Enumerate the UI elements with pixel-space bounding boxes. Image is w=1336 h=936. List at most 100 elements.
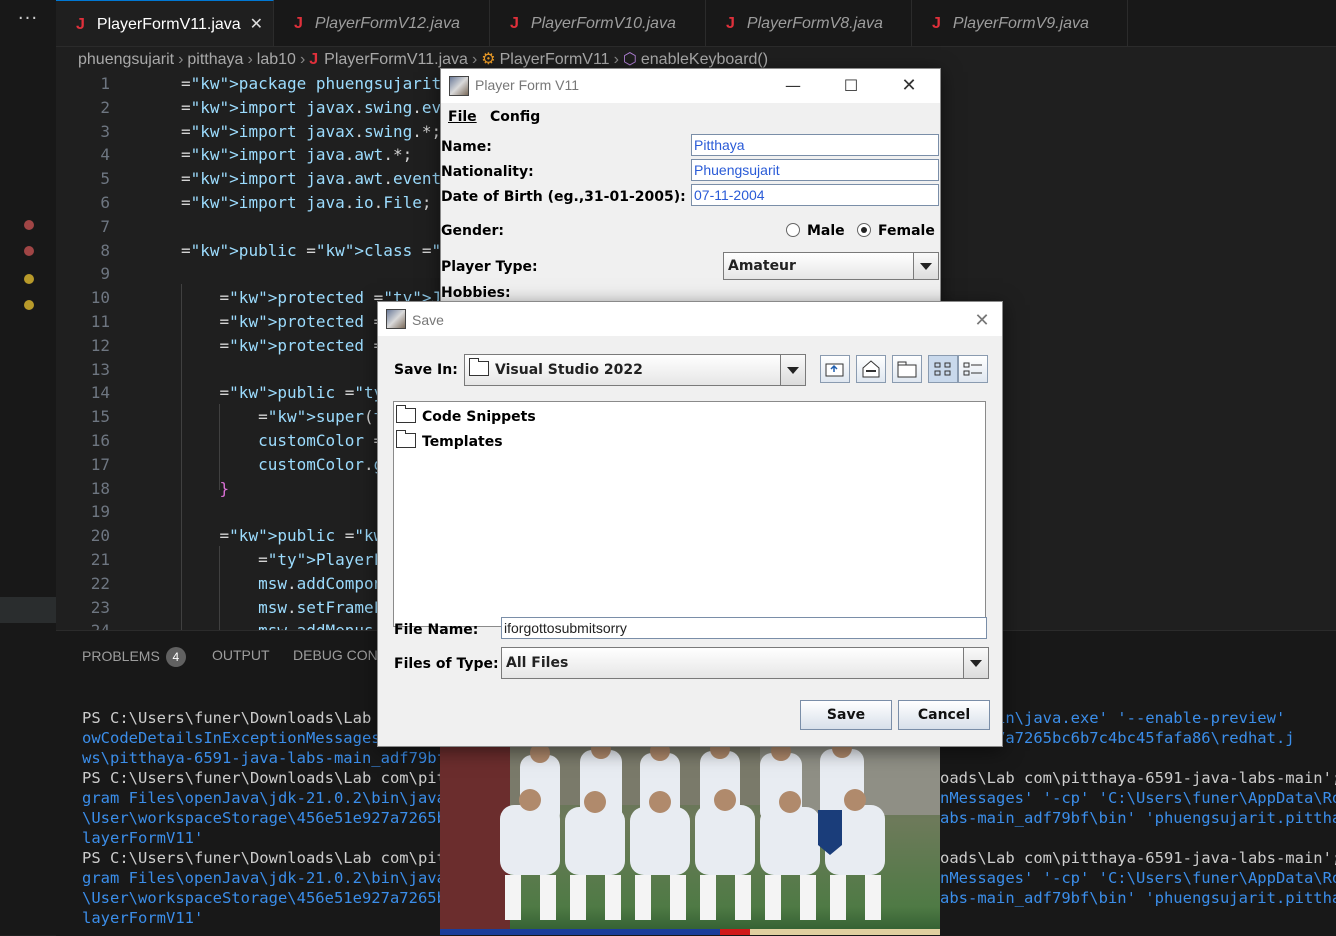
tab-playerformv9[interactable]: J PlayerFormV9.java (912, 0, 1128, 46)
menu-config[interactable]: Config (490, 109, 540, 125)
player-type-combo[interactable]: Amateur (723, 252, 939, 280)
terminal-line: nMessages' '-cp' 'C:\Users\funer\AppData… (940, 789, 1336, 807)
minimize-icon[interactable]: — (773, 73, 813, 99)
activity-selection (0, 597, 56, 623)
close-icon[interactable]: ✕ (889, 73, 929, 99)
line-number: 23 (90, 597, 110, 617)
terminal-line: PS C:\Users\funer\Downloads\Lab com\pitt (82, 769, 456, 787)
java-file-icon: J (510, 15, 519, 32)
terminal-line: PS C:\Users\funer\Downloads\Lab c (82, 709, 390, 727)
save-in-combo[interactable]: Visual Studio 2022 (464, 354, 806, 386)
code-line: msw.addMenus( (181, 621, 383, 630)
maximize-icon[interactable]: ☐ (831, 73, 871, 99)
folder-icon (396, 405, 416, 423)
breadcrumb-item[interactable]: phuengsujarit (78, 51, 174, 68)
chevron-down-icon[interactable] (963, 648, 988, 678)
more-actions-icon[interactable]: ··· (0, 8, 56, 29)
code-line: ="kw">import java.awt.*; (181, 145, 413, 165)
file-list[interactable]: Code Snippets Templates (393, 401, 986, 627)
terminal-line: layerFormV11' (82, 829, 204, 847)
breakpoint-icon[interactable] (24, 220, 34, 230)
java-app-icon (449, 76, 469, 96)
files-of-type-combo[interactable]: All Files (501, 647, 989, 679)
name-label: Name: (441, 139, 492, 155)
player-form-window[interactable]: Player Form V11 — ☐ ✕ File Config Name: … (440, 68, 941, 310)
female-radio[interactable] (857, 223, 871, 237)
nationality-label: Nationality: (441, 164, 534, 180)
line-number: 22 (90, 573, 110, 593)
class-icon: ⚙ (481, 51, 496, 68)
java-file-icon: J (309, 51, 319, 68)
save-dialog-titlebar[interactable]: Save ✕ (378, 302, 1002, 336)
line-number: 24 (56, 621, 110, 630)
file-name-field[interactable]: iforgottosubmitsorry (501, 617, 987, 639)
breadcrumb-item[interactable]: PlayerFormV11 (500, 51, 610, 68)
list-view-icon[interactable] (928, 355, 958, 383)
hobbies-label: Hobbies: (441, 285, 511, 301)
line-number: 21 (90, 550, 110, 569)
list-item[interactable]: Templates (396, 430, 503, 450)
breadcrumb-item[interactable]: lab10 (257, 51, 296, 68)
tab-playerformv10[interactable]: J PlayerFormV10.java (490, 0, 706, 46)
chevron-down-icon[interactable] (913, 253, 938, 279)
file-name-label: File Name: (394, 622, 479, 638)
player-form-titlebar[interactable]: Player Form V11 — ☐ ✕ (441, 69, 940, 103)
list-item[interactable]: Code Snippets (396, 405, 536, 425)
terminal-line: gram Files\openJava\jdk-21.0.2\bin\java. (82, 869, 456, 887)
close-icon[interactable]: ✕ (962, 308, 1002, 334)
warning-marker-icon (24, 274, 34, 284)
breadcrumb-item[interactable]: enableKeyboard() (641, 51, 768, 68)
save-button[interactable]: Save (800, 700, 892, 730)
code-line: ="kw">import java.io.File; (181, 193, 432, 212)
name-field[interactable]: Pitthaya (691, 134, 939, 156)
tab-playerformv12[interactable]: J PlayerFormV12.java (274, 0, 490, 46)
cancel-button[interactable]: Cancel (898, 700, 990, 730)
line-number: 13 (90, 359, 110, 379)
tab-output[interactable]: OUTPUT (212, 647, 270, 663)
line-number: 8 (100, 240, 110, 260)
breadcrumb-item[interactable]: PlayerFormV11.java (324, 51, 468, 68)
home-icon[interactable] (856, 355, 886, 383)
line-number: 3 (100, 121, 110, 141)
terminal-line: abs-main_adf79bf\bin' 'phuengsujarit.pit… (940, 889, 1336, 907)
java-file-icon: J (294, 15, 303, 32)
line-number: 5 (100, 169, 110, 189)
java-app-icon (386, 309, 406, 329)
up-one-level-icon[interactable] (820, 355, 850, 383)
save-dialog[interactable]: Save ✕ Save In: Visual Studio 2022 Code … (377, 301, 1003, 747)
line-number: 2 (100, 97, 110, 117)
line-number: 12 (90, 335, 110, 355)
terminal-line: gram Files\openJava\jdk-21.0.2\bin\java. (82, 789, 456, 807)
terminal-line: \User\workspaceStorage\456e51e927a7265bc (82, 889, 456, 907)
problems-count-badge: 4 (165, 647, 186, 667)
tab-playerformv8[interactable]: J PlayerFormV8.java (706, 0, 912, 46)
folder-icon (469, 358, 489, 376)
save-in-label: Save In: (394, 362, 458, 378)
menu-bar: File Config (441, 103, 940, 133)
code-line: msw.addCompon (181, 573, 384, 593)
nationality-field[interactable]: Phuengsujarit (691, 159, 939, 181)
terminal-line: abs-main_adf79bf\bin' 'phuengsujarit.pit… (940, 809, 1336, 827)
line-number: 14 (90, 383, 110, 403)
menu-file[interactable]: File (448, 109, 477, 125)
line-number: 7 (100, 216, 110, 236)
line-number: 15 (90, 407, 110, 427)
terminal-line: nMessages' '-cp' 'C:\Users\funer\AppData… (940, 869, 1336, 887)
tab-problems[interactable]: PROBLEMS 4 (82, 647, 186, 667)
terminal-line: ws\pitthaya-6591-java-labs-main_adf79bf\ (82, 749, 456, 767)
details-view-icon[interactable] (958, 355, 988, 383)
terminal-line: \User\workspaceStorage\456e51e927a7265bc (82, 809, 456, 827)
female-label: Female (878, 223, 935, 239)
window-title: Player Form V11 (475, 77, 579, 93)
tab-playerformv11[interactable]: J PlayerFormV11.java ✕ (56, 0, 274, 46)
file-chooser-toolbar (820, 355, 990, 383)
male-radio[interactable] (786, 223, 800, 237)
dob-field[interactable]: 07-11-2004 (691, 184, 939, 206)
java-file-icon: J (726, 15, 735, 32)
breadcrumb-item[interactable]: pitthaya (187, 51, 243, 68)
new-folder-icon[interactable] (892, 355, 922, 383)
breakpoint-icon[interactable] (24, 246, 34, 256)
chevron-down-icon[interactable] (780, 355, 805, 385)
close-tab-icon[interactable]: ✕ (250, 1, 263, 49)
line-number: 10 (90, 288, 110, 308)
